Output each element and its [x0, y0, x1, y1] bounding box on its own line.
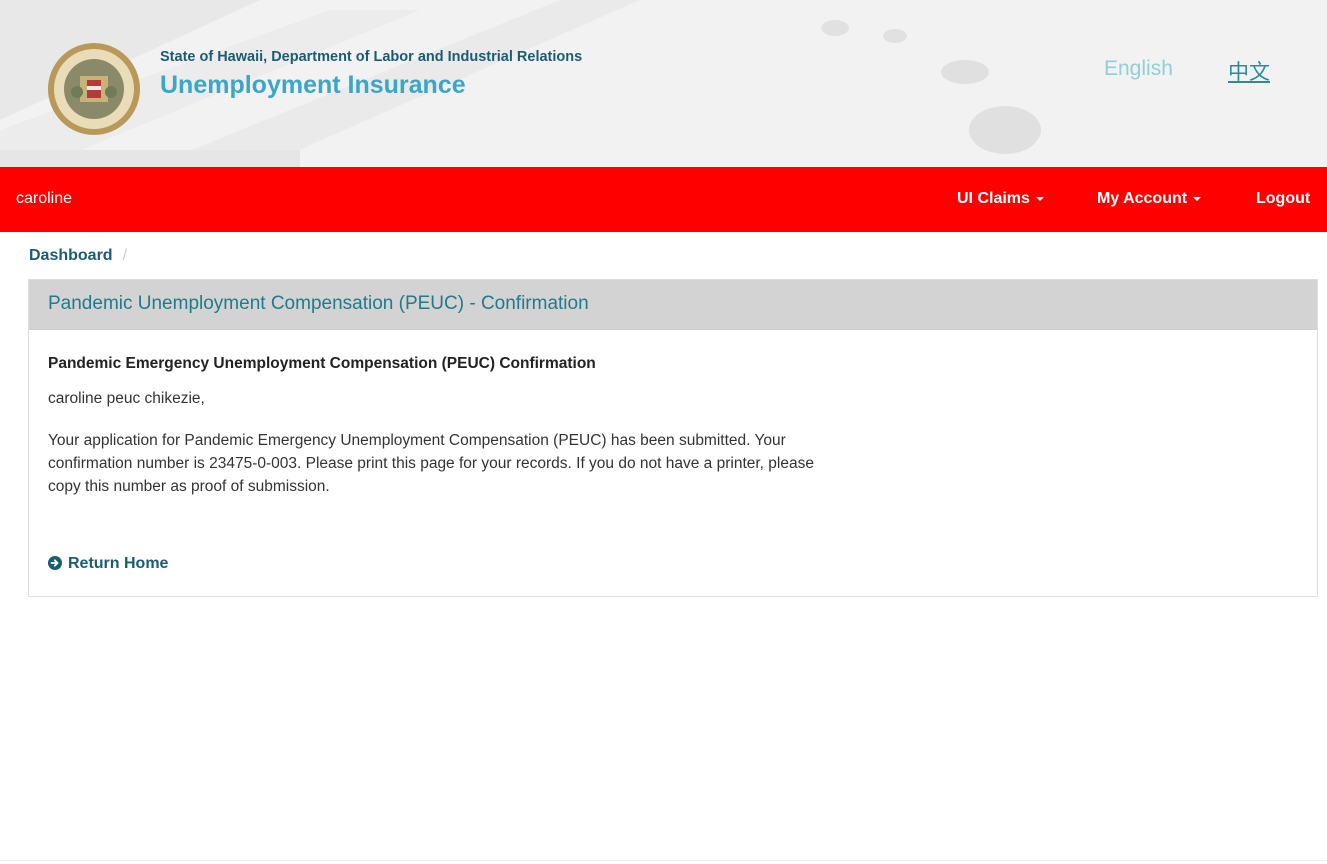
- breadcrumb: Dashboard /: [29, 247, 127, 265]
- caret-down-icon: [1035, 196, 1044, 201]
- site-title: Unemployment Insurance: [160, 71, 466, 99]
- ui-claims-label: UI Claims: [957, 190, 1030, 207]
- breadcrumb-dashboard-link[interactable]: Dashboard: [29, 247, 113, 264]
- my-account-menu[interactable]: My Account: [1097, 190, 1202, 208]
- logout-link[interactable]: Logout: [1256, 190, 1310, 208]
- caret-down-icon: [1193, 196, 1202, 201]
- department-name: State of Hawaii, Department of Labor and…: [160, 49, 583, 65]
- language-chinese-link[interactable]: 中文: [1228, 56, 1270, 86]
- ui-claims-menu[interactable]: UI Claims: [957, 190, 1044, 208]
- state-seal-icon: [48, 43, 140, 135]
- language-english-link[interactable]: English: [1104, 57, 1173, 81]
- arrow-circle-right-icon: [48, 556, 62, 570]
- main-navbar: caroline UI Claims My Account Logout: [0, 167, 1327, 232]
- confirmation-message: Your application for Pandemic Emergency …: [48, 432, 814, 495]
- claimant-greeting: caroline peuc chikezie,: [48, 390, 205, 407]
- footer-divider: [0, 860, 1327, 861]
- confirmation-title: Pandemic Emergency Unemployment Compensa…: [48, 355, 596, 372]
- site-header: State of Hawaii, Department of Labor and…: [0, 0, 1327, 167]
- confirmation-panel: Pandemic Unemployment Compensation (PEUC…: [28, 279, 1318, 597]
- breadcrumb-separator: /: [122, 247, 128, 264]
- panel-heading: Pandemic Unemployment Compensation (PEUC…: [29, 280, 1317, 330]
- my-account-label: My Account: [1097, 190, 1188, 207]
- nav-username: caroline: [16, 190, 73, 207]
- return-home-label: Return Home: [68, 555, 169, 572]
- return-home-link[interactable]: Return Home: [48, 555, 168, 573]
